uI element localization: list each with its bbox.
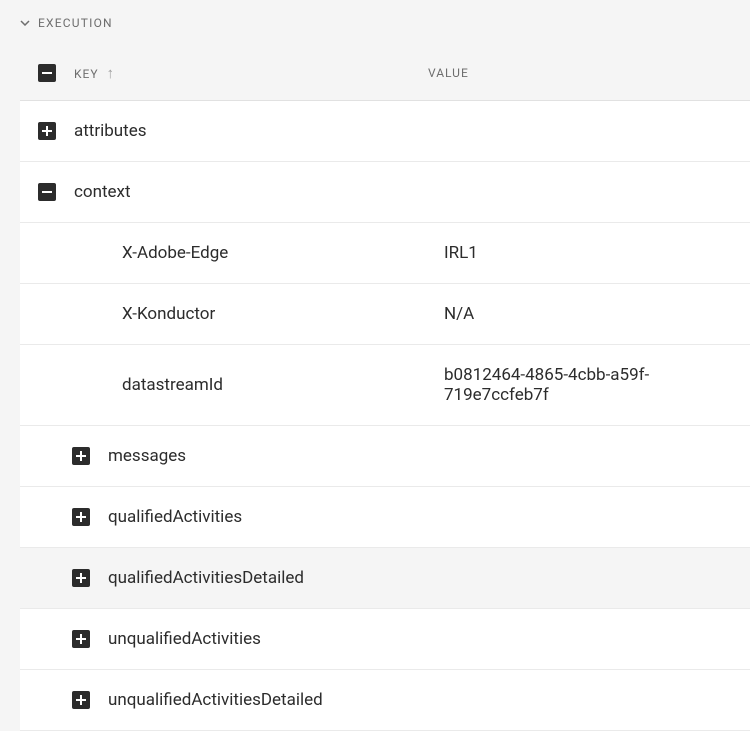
- toggle-slot[interactable]: [20, 447, 108, 465]
- tree-table: attributescontextX-Adobe-EdgeIRL1X-Kondu…: [20, 101, 750, 731]
- row-key: unqualifiedActivities: [108, 629, 430, 649]
- tree-row[interactable]: datastreamIdb0812464-4865-4cbb-a59f-719e…: [20, 345, 750, 426]
- row-key: qualifiedActivitiesDetailed: [108, 568, 430, 588]
- toggle-slot[interactable]: [20, 630, 108, 648]
- toggle-slot[interactable]: [20, 122, 74, 140]
- row-key: X-Konductor: [122, 304, 444, 324]
- row-key: X-Adobe-Edge: [122, 243, 444, 263]
- section-header[interactable]: EXECUTION: [0, 0, 750, 50]
- column-header-key[interactable]: KEY ↑: [20, 64, 428, 82]
- row-key: context: [74, 182, 430, 202]
- chevron-down-icon: [20, 20, 30, 26]
- expand-icon[interactable]: [72, 630, 90, 648]
- tree-row[interactable]: X-KonductorN/A: [20, 284, 750, 345]
- toggle-slot[interactable]: [20, 569, 108, 587]
- row-key: qualifiedActivities: [108, 507, 430, 527]
- tree-row[interactable]: unqualifiedActivitiesDetailed: [20, 670, 750, 731]
- row-value: N/A: [444, 304, 750, 324]
- expand-icon[interactable]: [72, 691, 90, 709]
- expand-icon[interactable]: [72, 508, 90, 526]
- row-key: attributes: [74, 121, 430, 141]
- column-header-value-label: VALUE: [428, 66, 469, 80]
- tree-row[interactable]: qualifiedActivitiesDetailed: [20, 548, 750, 609]
- table-header: KEY ↑ VALUE: [20, 50, 750, 101]
- collapse-icon[interactable]: [38, 183, 56, 201]
- tree-row[interactable]: messages: [20, 426, 750, 487]
- tree-row[interactable]: qualifiedActivities: [20, 487, 750, 548]
- row-key: messages: [108, 446, 430, 466]
- tree-row[interactable]: context: [20, 162, 750, 223]
- row-key: datastreamId: [122, 375, 444, 395]
- column-header-value[interactable]: VALUE: [428, 66, 750, 80]
- section-title: EXECUTION: [38, 16, 113, 30]
- expand-icon[interactable]: [72, 569, 90, 587]
- tree-row[interactable]: attributes: [20, 101, 750, 162]
- expand-icon[interactable]: [72, 447, 90, 465]
- tree-row[interactable]: unqualifiedActivities: [20, 609, 750, 670]
- expand-icon[interactable]: [38, 122, 56, 140]
- toggle-slot[interactable]: [20, 691, 108, 709]
- sort-ascending-icon: ↑: [107, 64, 116, 82]
- column-header-key-label: KEY: [74, 67, 99, 81]
- toggle-slot[interactable]: [20, 508, 108, 526]
- row-value: IRL1: [444, 243, 750, 263]
- row-key: unqualifiedActivitiesDetailed: [108, 690, 430, 710]
- row-value: b0812464-4865-4cbb-a59f-719e7ccfeb7f: [444, 365, 750, 405]
- collapse-all-icon[interactable]: [38, 64, 56, 82]
- toggle-slot[interactable]: [20, 183, 74, 201]
- tree-row[interactable]: X-Adobe-EdgeIRL1: [20, 223, 750, 284]
